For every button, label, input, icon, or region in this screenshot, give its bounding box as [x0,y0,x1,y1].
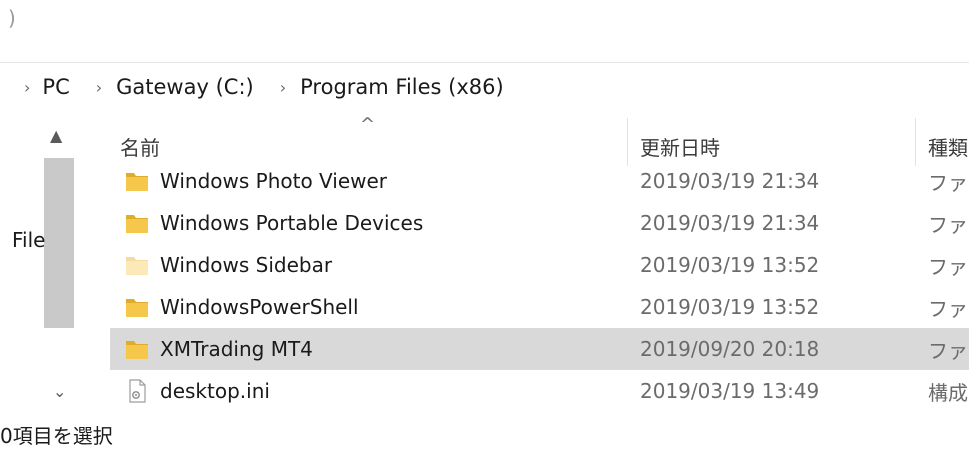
nav-pane-item[interactable]: File [12,228,45,252]
file-name[interactable]: desktop.ini [160,379,270,403]
file-name[interactable]: XMTrading MT4 [160,337,313,361]
file-type: 構成 [928,380,968,405]
file-modified-date: 2019/09/20 20:18 [640,337,820,361]
folder-icon [124,336,150,362]
folder-icon [124,294,150,320]
status-bar-text: 0項目を選択 [0,424,113,448]
folder-faded-icon [124,252,150,278]
chevron-right-icon[interactable]: › [280,78,286,97]
file-modified-date: 2019/03/19 13:52 [640,295,820,319]
chevron-right-icon[interactable]: › [24,78,30,97]
folder-icon [124,168,150,194]
scroll-thumb[interactable] [44,158,74,328]
scroll-down-icon[interactable]: ⌄ [53,382,66,401]
file-modified-date: 2019/03/19 13:52 [640,253,820,277]
file-name[interactable]: Windows Portable Devices [160,211,423,235]
column-name[interactable]: 名前 [120,132,160,161]
folder-icon [124,210,150,236]
nav-pane-scrollbar[interactable]: ▲ ⌄ [44,118,74,408]
column-date[interactable]: 更新日時 [640,132,720,161]
file-name[interactable]: Windows Sidebar [160,253,332,277]
file-name[interactable]: Windows Photo Viewer [160,169,387,193]
file-type: ファイ [928,212,969,237]
column-header: ^ 名前 更新日時 種類 [110,114,969,166]
file-row[interactable]: Windows Sidebar 2019/03/19 13:52 ファイ [110,244,969,286]
file-type: ファイ [928,338,969,363]
file-modified-date: 2019/03/19 21:34 [640,169,820,193]
toolbar-divider [0,62,969,63]
sort-ascending-icon: ^ [360,114,376,135]
file-type: ファイ [928,170,969,195]
settings-file-icon [124,378,150,404]
file-type: ファイ [928,296,969,321]
breadcrumb[interactable]: › PC › Gateway (C:) › Program Files (x86… [0,66,969,108]
file-row[interactable]: desktop.ini 2019/03/19 13:49 構成 [110,370,969,412]
file-modified-date: 2019/03/19 21:34 [640,211,820,235]
file-list: Windows Photo Viewer2019/03/19 21:34ファイW… [110,160,969,412]
scroll-up-icon[interactable]: ▲ [50,126,62,145]
file-row[interactable]: WindowsPowerShell 2019/03/19 13:52 ファイ [110,286,969,328]
window-fragment: ) [8,6,16,30]
file-row[interactable]: Windows Portable Devices 2019/03/19 21:34… [110,202,969,244]
file-modified-date: 2019/03/19 13:49 [640,379,820,403]
file-row[interactable]: Windows Photo Viewer 2019/03/19 21:34 ファイ [110,160,969,202]
file-name[interactable]: WindowsPowerShell [160,295,359,319]
column-divider[interactable] [627,118,628,166]
column-type[interactable]: 種類 [928,132,968,161]
breadcrumb-pc[interactable]: PC [42,75,69,99]
column-divider[interactable] [915,118,916,166]
breadcrumb-folder[interactable]: Program Files (x86) [300,75,504,99]
breadcrumb-drive[interactable]: Gateway (C:) [116,75,254,99]
file-row[interactable]: XMTrading MT4 2019/09/20 20:18 ファイ [110,328,969,370]
chevron-right-icon[interactable]: › [96,78,102,97]
file-type: ファイ [928,254,969,279]
